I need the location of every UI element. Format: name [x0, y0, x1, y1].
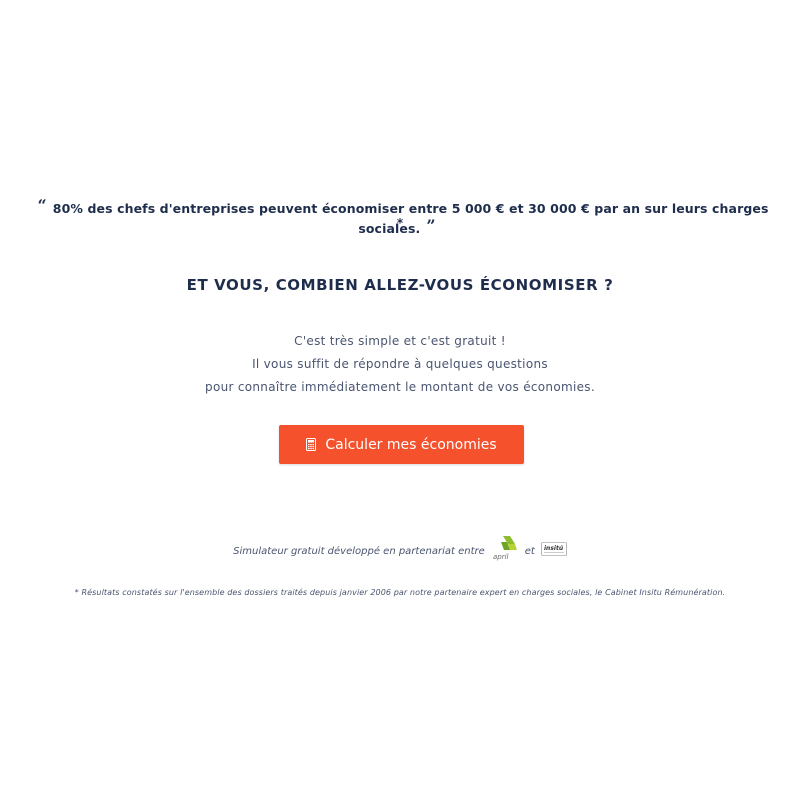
footnote: * Résultats constatés sur l'ensemble des… [74, 588, 726, 597]
calculator-icon [306, 438, 317, 451]
intro-line-3: pour connaître immédiatement le montant … [205, 380, 595, 394]
page-title: ET VOUS, COMBIEN ALLEZ-VOUS ÉCONOMISER ? [186, 276, 614, 294]
calculate-savings-label: Calculer mes économies [325, 436, 497, 453]
insitu-logo[interactable]: insitú [541, 542, 567, 556]
partner-credit-text: Simulateur gratuit développé en partenar… [233, 545, 485, 557]
intro-line-2: Il vous suffit de répondre à quelques qu… [252, 357, 548, 371]
calculate-savings-button[interactable]: Calculer mes économies [279, 425, 524, 464]
partner-connector: et [524, 545, 535, 557]
intro-text: C'est très simple et c'est gratuit ! Il … [0, 330, 800, 399]
partner-credit: Simulateur gratuit développé en partenar… [0, 536, 800, 566]
page: “80% des chefs d'entreprises peuvent éco… [0, 0, 800, 800]
april-logo-text: april [493, 553, 509, 561]
insitu-logo-text: insitú [544, 545, 564, 552]
intro-line-1: C'est très simple et c'est gratuit ! [294, 334, 506, 348]
open-quote-mark: “ [37, 196, 47, 215]
april-logo[interactable]: april [491, 534, 521, 562]
quote-footnote-marker: * [396, 216, 404, 230]
